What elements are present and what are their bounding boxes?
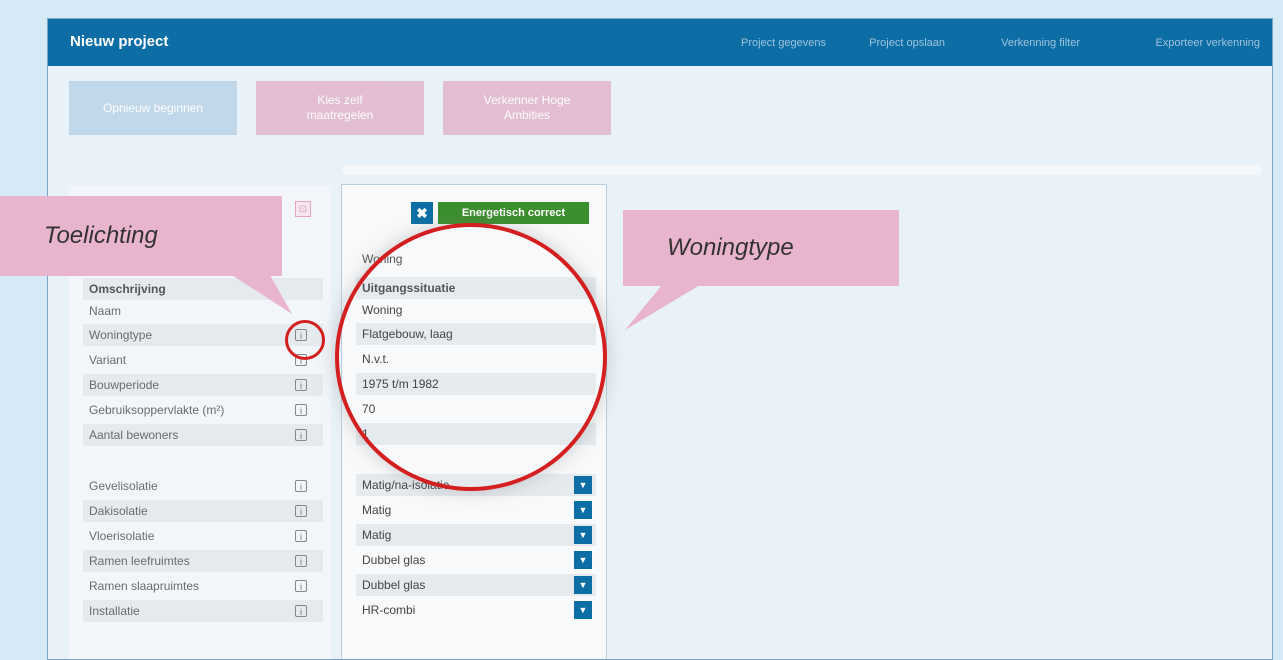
restart-button[interactable]: Opnieuw beginnen: [69, 81, 237, 135]
measure-select-value: Dubbel glas: [362, 578, 426, 592]
measure-select[interactable]: Dubbel glas ▼: [356, 549, 596, 571]
app-title: Nieuw project: [70, 33, 169, 50]
measure-select[interactable]: HR-combi ▼: [356, 599, 596, 621]
description-row: Gebruiksoppervlakte (m²) i: [83, 399, 323, 421]
measure-select-value: HR-combi: [362, 603, 416, 617]
highlight-circle-info: [285, 320, 325, 360]
description-row-label: Bouwperiode: [89, 378, 160, 392]
info-icon[interactable]: i: [295, 505, 307, 517]
nav-project-gegevens[interactable]: Project gegevens: [741, 37, 826, 49]
measure-select-value: Dubbel glas: [362, 553, 426, 567]
description-row: Dakisolatie i: [83, 500, 323, 522]
measure-select[interactable]: Dubbel glas ▼: [356, 574, 596, 596]
chevron-down-icon[interactable]: ▼: [574, 601, 592, 619]
description-row-label: Gebruiksoppervlakte (m²): [89, 403, 225, 417]
description-row-label: Aantal bewoners: [89, 428, 179, 442]
info-icon[interactable]: i: [295, 404, 307, 416]
description-row: Bouwperiode i: [83, 374, 323, 396]
description-row: Aantal bewoners i: [83, 424, 323, 446]
top-bar: Nieuw project Project gegevens Project o…: [48, 19, 1272, 66]
info-icon[interactable]: i: [295, 555, 307, 567]
description-row-label: Gevelisolatie: [89, 479, 158, 493]
explorer-high-ambitions-button[interactable]: Verkenner Hoge Ambities: [443, 81, 611, 135]
callout-woningtype-text: Woningtype: [667, 234, 794, 261]
chevron-down-icon[interactable]: ▼: [574, 551, 592, 569]
description-row-label: Omschrijving: [89, 282, 166, 296]
description-row-label: Woningtype: [89, 328, 153, 342]
description-row-label: Ramen leefruimtes: [89, 554, 190, 568]
measure-select-value: Matig: [362, 528, 392, 542]
nav-exporteer-verkenning[interactable]: Exporteer verkenning: [1155, 37, 1260, 49]
measure-select-value: Matig: [362, 503, 392, 517]
description-row-label: Dakisolatie: [89, 504, 148, 518]
app-window: Nieuw project Project gegevens Project o…: [47, 18, 1273, 660]
description-row: Gevelisolatie i: [83, 475, 323, 497]
close-button[interactable]: ✖: [411, 202, 433, 224]
description-row: Omschrijving: [83, 278, 323, 300]
description-row: Ramen slaapruimtes i: [83, 575, 323, 597]
description-row: Variant i: [83, 349, 323, 371]
info-icon[interactable]: i: [295, 605, 307, 617]
slider-track[interactable]: [342, 165, 1262, 175]
description-row-label: Ramen slaapruimtes: [89, 579, 200, 593]
callout-woningtype: Woningtype: [623, 210, 899, 286]
chevron-down-icon[interactable]: ▼: [574, 501, 592, 519]
description-row: Vloerisolatie i: [83, 525, 323, 547]
info-icon[interactable]: i: [295, 580, 307, 592]
chevron-down-icon[interactable]: ▼: [574, 476, 592, 494]
description-row-label: Installatie: [89, 604, 140, 618]
description-row-label: Vloerisolatie: [89, 529, 155, 543]
info-icon[interactable]: i: [295, 530, 307, 542]
callout-toelichting: Toelichting: [0, 196, 282, 276]
nav-project-opslaan[interactable]: Project opslaan: [869, 37, 945, 49]
measure-select[interactable]: Matig ▼: [356, 499, 596, 521]
callout-toelichting-text: Toelichting: [44, 222, 158, 249]
description-row: Installatie i: [83, 600, 323, 622]
export-icon[interactable]: ⊡: [295, 201, 311, 217]
chevron-down-icon[interactable]: ▼: [574, 576, 592, 594]
nav-verkenning-filter[interactable]: Verkenning filter: [1001, 37, 1080, 49]
chevron-down-icon[interactable]: ▼: [574, 526, 592, 544]
description-row: Naam: [83, 300, 323, 322]
description-row-label: Variant: [89, 353, 127, 367]
info-icon[interactable]: i: [295, 480, 307, 492]
energetically-correct-button[interactable]: Energetisch correct: [438, 202, 589, 224]
info-icon[interactable]: i: [295, 379, 307, 391]
choose-measures-button[interactable]: Kies zelf maatregelen: [256, 81, 424, 135]
highlight-circle-woningtype: [335, 223, 607, 491]
description-row: Ramen leefruimtes i: [83, 550, 323, 572]
description-row-label: Naam: [89, 304, 122, 318]
measure-select[interactable]: Matig ▼: [356, 524, 596, 546]
info-icon[interactable]: i: [295, 429, 307, 441]
